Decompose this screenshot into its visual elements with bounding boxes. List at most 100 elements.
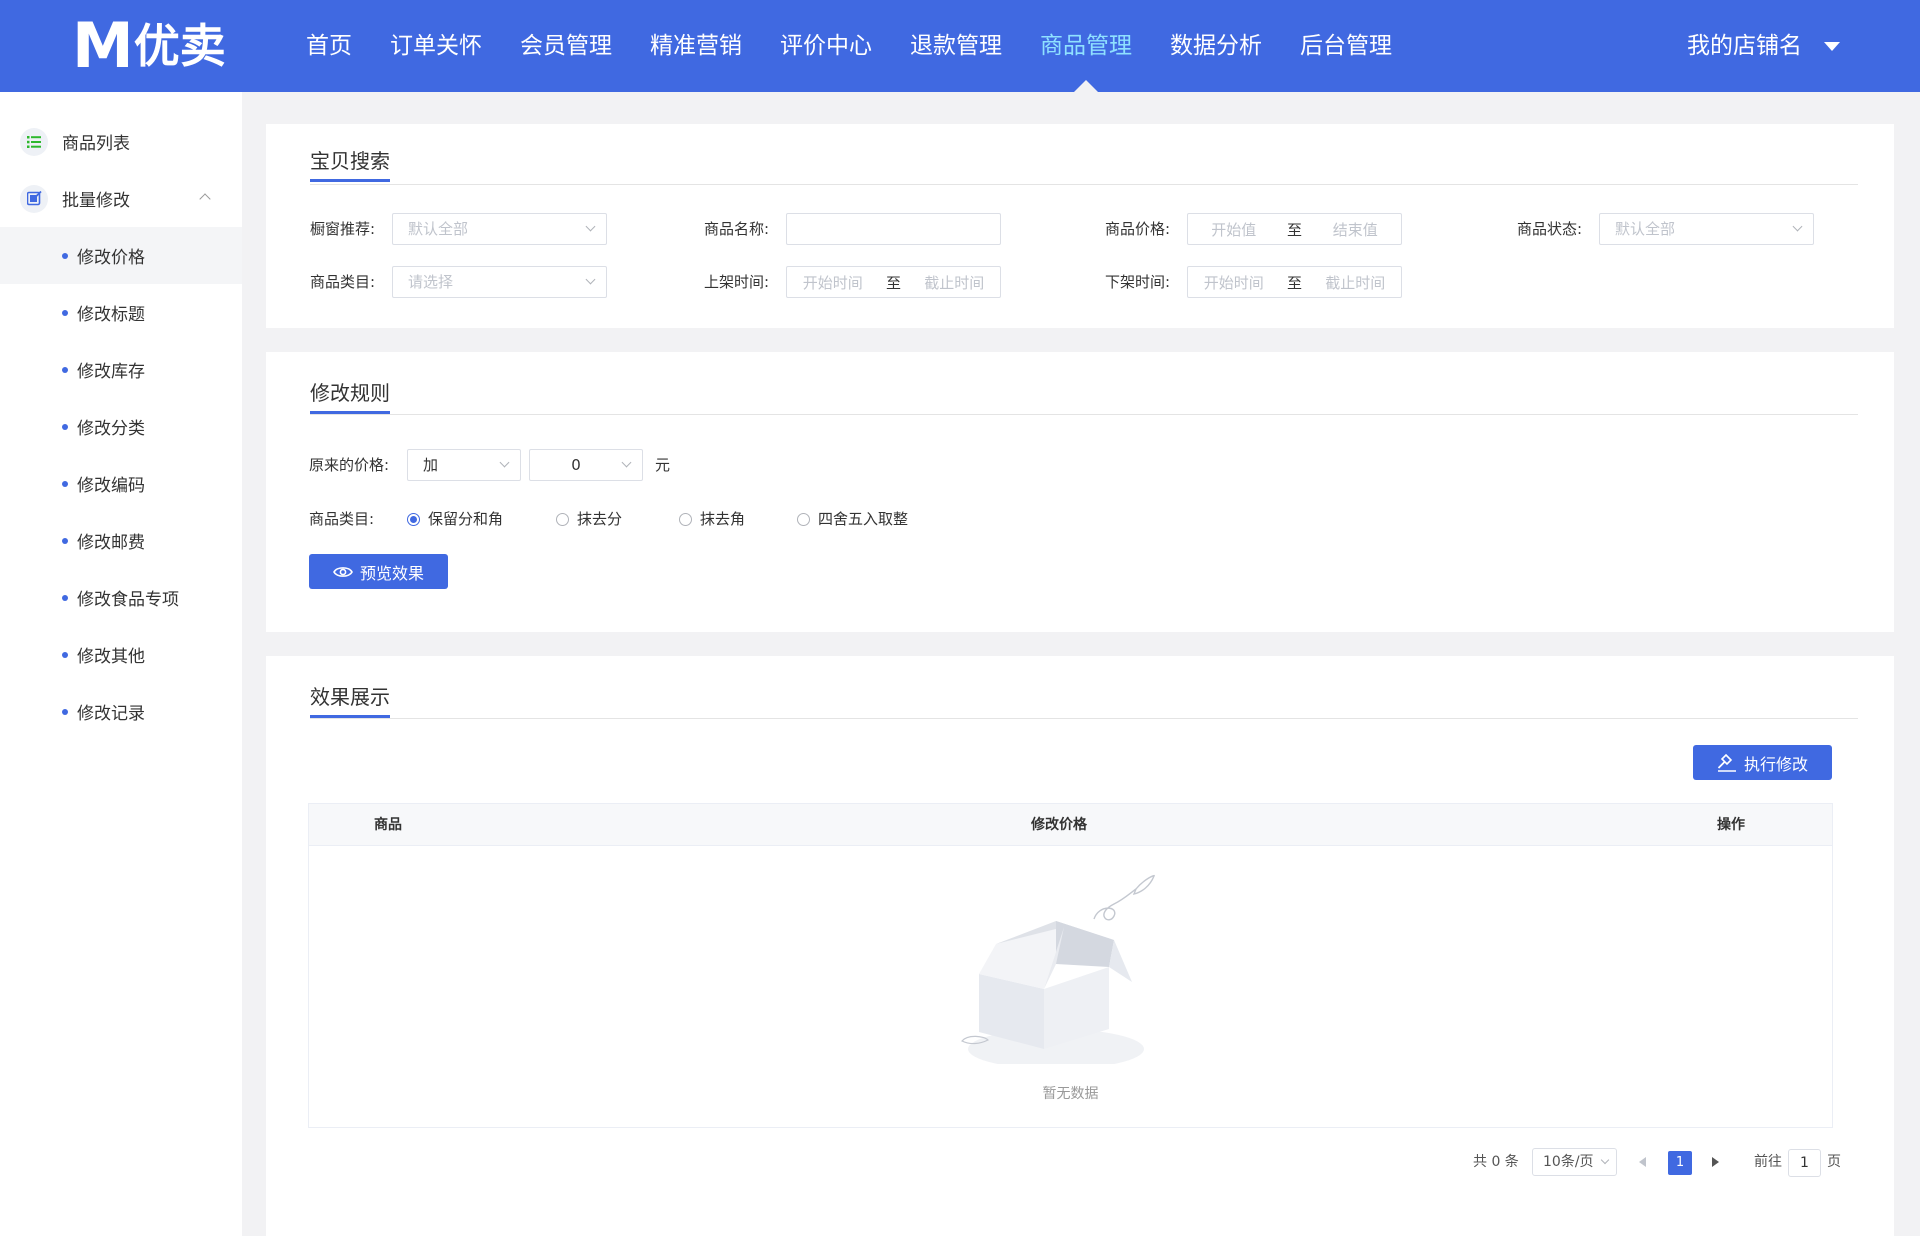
nav-item-order-care[interactable]: 订单关怀 [371,0,501,92]
sidebar-subitem-label: 修改编码 [77,476,145,496]
category-select[interactable]: 请选择 [392,266,607,298]
prev-page-icon[interactable] [1639,1157,1646,1167]
sidebar-item-batch-edit[interactable]: 批量修改 [0,170,242,227]
radio-round[interactable]: 四舍五入取整 [797,509,908,529]
page-number-current[interactable]: 1 [1668,1151,1692,1175]
chevron-up-icon[interactable] [199,193,211,205]
sidebar: 商品列表 批量修改 修改价格 修改标题 修改库存 修改分类 修改编码 修改邮费 … [0,92,242,1236]
rules-panel-title: 修改规则 [310,378,390,414]
sidebar-subitem-label: 修改库存 [77,362,145,382]
window-select[interactable]: 默认全部 [392,213,607,245]
goto-page-input[interactable] [1788,1149,1821,1177]
sidebar-subitem-edit-records[interactable]: 修改记录 [0,683,242,740]
price-end[interactable]: 结束值 [1310,219,1402,240]
operator-select[interactable]: 加 [407,449,521,481]
bullet-icon [62,651,68,658]
sidebar-subitem-edit-food[interactable]: 修改食品专项 [0,569,242,626]
next-page-icon[interactable] [1712,1157,1719,1167]
nav-item-admin[interactable]: 后台管理 [1281,0,1411,92]
sidebar-subitem-edit-title[interactable]: 修改标题 [0,284,242,341]
rules-panel: 修改规则 原来的价格: 加 0 元 商品类目: 保留分和角 抹去分 抹去角 四舍… [266,352,1894,632]
radio-drop-fen[interactable]: 抹去分 [556,509,622,529]
listing-time-end[interactable]: 截止时间 [909,272,1001,293]
page-size-select[interactable]: 10条/页 [1532,1148,1617,1176]
delisting-time-end[interactable]: 截止时间 [1310,272,1402,293]
column-header-product: 商品 [374,817,402,833]
chevron-down-icon [585,221,596,232]
pagination-total: 共 0 条 [1473,1154,1519,1170]
empty-text: 暂无数据 [1042,1086,1099,1102]
listing-time-label: 上架时间: [704,273,770,291]
shop-name: 我的店铺名 [1687,33,1802,59]
nav-item-refunds[interactable]: 退款管理 [891,0,1021,92]
price-range-input[interactable]: 开始值 至 结束值 [1187,213,1402,245]
price-start[interactable]: 开始值 [1188,219,1280,240]
category-select-value: 请选择 [408,273,454,291]
radio-label: 四舍五入取整 [818,510,909,528]
logo-text: 优卖 [133,19,226,73]
bullet-icon [62,537,68,544]
preview-button[interactable]: 预览效果 [309,554,448,589]
radio-drop-jiao[interactable]: 抹去角 [679,509,745,529]
sidebar-subitem-edit-stock[interactable]: 修改库存 [0,341,242,398]
nav-item-marketing[interactable]: 精准营销 [631,0,761,92]
operator-value: 加 [423,456,439,474]
sidebar-subitem-edit-shipping[interactable]: 修改邮费 [0,512,242,569]
listing-time-start[interactable]: 开始时间 [787,272,879,293]
sidebar-subitem-edit-other[interactable]: 修改其他 [0,626,242,683]
logo[interactable]: M 优卖 [72,15,226,77]
sidebar-subitem-edit-code[interactable]: 修改编码 [0,455,242,512]
hammer-icon [1717,753,1736,772]
nav-item-members[interactable]: 会员管理 [501,0,631,92]
status-select[interactable]: 默认全部 [1599,213,1814,245]
amount-select[interactable]: 0 [529,449,643,481]
execute-button[interactable]: 执行修改 [1693,745,1832,780]
page-size-value: 10条/页 [1543,1154,1594,1170]
nav-item-home[interactable]: 首页 [287,0,371,92]
bullet-icon [62,708,68,715]
range-separator: 至 [885,273,901,292]
delisting-time-range[interactable]: 开始时间 至 截止时间 [1187,266,1402,298]
sidebar-subitem-label: 修改食品专项 [77,590,179,610]
sidebar-subitem-edit-category[interactable]: 修改分类 [0,398,242,455]
divider [310,414,1858,415]
goto-label: 前往 [1754,1154,1782,1170]
sidebar-subitem-edit-price[interactable]: 修改价格 [0,227,242,284]
shop-dropdown[interactable]: 我的店铺名 [1687,0,1840,92]
nav-item-products[interactable]: 商品管理 [1021,0,1151,92]
window-select-value: 默认全部 [408,220,469,238]
preview-button-label: 预览效果 [359,563,424,583]
bullet-icon [62,252,68,259]
column-header-modified-price: 修改价格 [1031,817,1087,833]
listing-time-range[interactable]: 开始时间 至 截止时间 [786,266,1001,298]
rounding-label: 商品类目: [309,510,375,528]
nav-item-analytics[interactable]: 数据分析 [1151,0,1281,92]
radio-label: 保留分和角 [428,510,504,528]
range-separator: 至 [1286,220,1302,239]
bullet-icon [62,480,68,487]
radio-circle [407,512,420,526]
caret-down-icon [1824,41,1840,51]
sidebar-subitem-label: 修改邮费 [77,533,145,553]
sidebar-subitem-label: 修改标题 [77,305,145,325]
search-panel-title: 宝贝搜索 [310,146,390,182]
radio-label: 抹去分 [577,510,623,528]
amount-value: 0 [571,456,581,474]
sidebar-item-label: 批量修改 [62,191,130,211]
nav-item-reviews[interactable]: 评价中心 [761,0,891,92]
edit-icon [20,184,48,213]
bullet-icon [62,594,68,601]
delisting-time-start[interactable]: 开始时间 [1188,272,1280,293]
radio-keep-fen-jiao[interactable]: 保留分和角 [407,509,503,529]
page-suffix: 页 [1827,1154,1841,1170]
product-name-input[interactable] [786,213,1001,245]
result-table: 商品 修改价格 操作 暂无数据 [308,803,1833,1128]
sidebar-item-product-list[interactable]: 商品列表 [0,113,242,170]
chevron-down-icon [621,457,632,468]
sidebar-subitem-label: 修改价格 [77,248,145,268]
chevron-down-icon [585,274,596,285]
chevron-down-icon [1600,1155,1610,1165]
price-label: 商品价格: [1105,220,1171,238]
top-nav-bar: M 优卖 首页 订单关怀 会员管理 精准营销 评价中心 退款管理 商品管理 数据… [0,0,1920,92]
original-price-label: 原来的价格: [309,456,390,474]
